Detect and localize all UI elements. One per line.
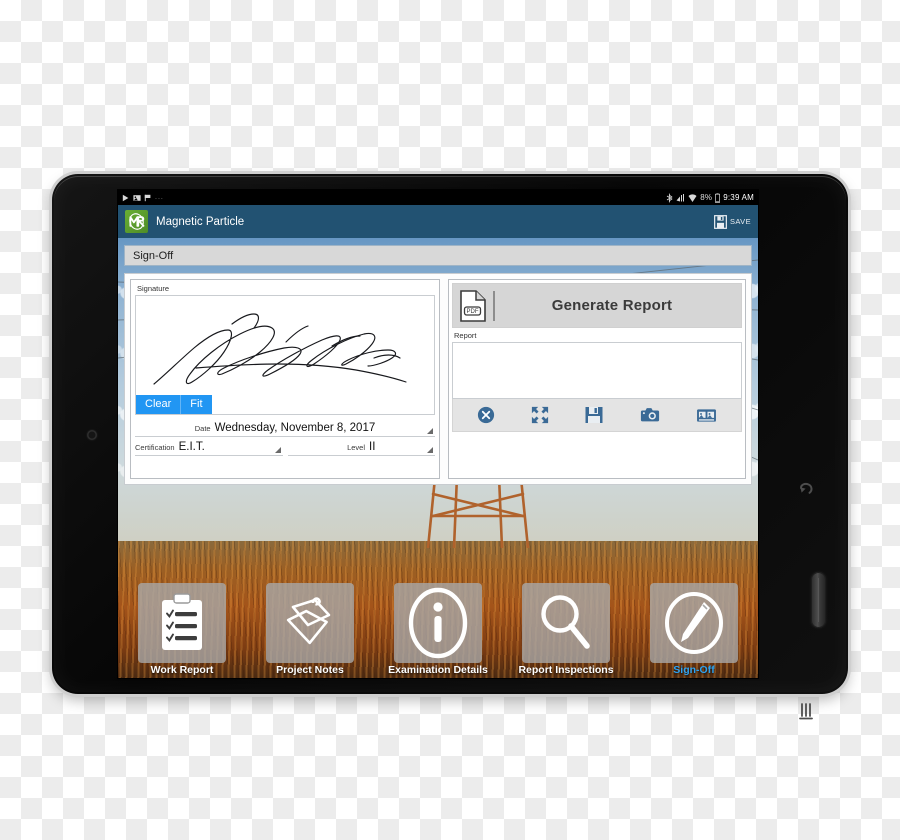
chevron-down-icon xyxy=(274,447,281,453)
certification-level-row: Certification E.I.T. Level II xyxy=(135,437,435,457)
status-overflow-dots: ... xyxy=(155,194,164,201)
home-button[interactable] xyxy=(811,572,826,628)
date-field[interactable]: Date Wednesday, November 8, 2017 xyxy=(135,419,435,437)
bluetooth-icon xyxy=(667,193,673,202)
date-value: Wednesday, November 8, 2017 xyxy=(214,422,376,434)
save-button-label: SAVE xyxy=(729,217,751,226)
status-system-icons: 8% 9:39 AM xyxy=(666,192,754,203)
level-label: Level xyxy=(347,442,366,452)
nav-item-work-report[interactable]: Work Report xyxy=(126,583,238,676)
date-label: Date xyxy=(194,423,211,433)
pdf-file-icon: PDF xyxy=(453,289,493,322)
nav-label-examination-details: Examination Details xyxy=(388,664,488,676)
sticky-notes-icon xyxy=(266,583,354,663)
flag-notification-icon xyxy=(144,194,151,201)
signature-label: Signature xyxy=(137,284,170,293)
section-title-bar: Sign-Off xyxy=(124,245,752,266)
nav-label-work-report: Work Report xyxy=(150,664,214,676)
signoff-content-card: Signature Clear Fit Date Wednesday, Nove… xyxy=(124,273,752,485)
report-label: Report xyxy=(454,331,477,340)
app-bar: Magnetic Particle SAVE xyxy=(118,205,758,238)
pen-circle-icon xyxy=(650,583,738,663)
close-circle-icon[interactable] xyxy=(477,406,495,424)
generate-report-button[interactable]: PDF Generate Report xyxy=(452,283,742,328)
level-field[interactable]: Level II xyxy=(287,441,435,456)
front-camera-lens xyxy=(87,430,97,440)
signature-pad[interactable]: Clear Fit xyxy=(135,295,435,415)
status-clock: 9:39 AM xyxy=(723,193,754,202)
save-button[interactable]: SAVE xyxy=(713,214,751,229)
chevron-down-icon xyxy=(427,447,433,453)
report-toolbar xyxy=(452,399,742,432)
nav-label-project-notes: Project Notes xyxy=(276,664,344,676)
clear-button[interactable]: Clear xyxy=(136,395,181,414)
signature-actions: Clear Fit xyxy=(136,395,212,414)
certification-label: Certification xyxy=(135,442,175,452)
image-notification-icon xyxy=(133,194,141,201)
nav-item-examination-details[interactable]: Examination Details xyxy=(382,583,494,676)
report-preview-area[interactable] xyxy=(452,342,742,399)
page-title: Sign-Off xyxy=(133,249,174,262)
signature-panel: Signature Clear Fit Date Wednesday, Nove… xyxy=(130,279,440,479)
expand-fullscreen-icon[interactable] xyxy=(531,406,549,424)
nav-item-project-notes[interactable]: Project Notes xyxy=(254,583,366,676)
camera-icon[interactable] xyxy=(640,406,660,424)
floppy-save-icon[interactable] xyxy=(584,405,604,425)
battery-percent-label: 8% xyxy=(700,193,713,202)
nav-item-report-inspections[interactable]: Report Inspections xyxy=(510,583,622,676)
tablet-device-frame: ... 8% 9:39 AM Magnetic Particle SAVE Si… xyxy=(52,174,848,720)
bottom-navigation: Work Report Project Notes Examination De… xyxy=(118,568,758,678)
back-arrow-icon[interactable] xyxy=(794,479,820,505)
wifi-icon xyxy=(688,193,697,202)
status-notifications: ... xyxy=(122,194,164,202)
svg-text:PDF: PDF xyxy=(467,309,479,315)
app-title: Magnetic Particle xyxy=(156,215,245,228)
report-panel: PDF Generate Report Report xyxy=(448,279,746,479)
nav-label-sign-off: Sign-Off xyxy=(673,664,715,676)
tablet-screen: ... 8% 9:39 AM Magnetic Particle SAVE Si… xyxy=(118,190,758,678)
app-logo xyxy=(125,210,148,233)
info-circle-icon xyxy=(394,583,482,663)
android-status-bar: ... 8% 9:39 AM xyxy=(118,190,758,205)
battery-icon xyxy=(715,192,721,203)
clipboard-checklist-icon xyxy=(138,583,226,663)
divider xyxy=(493,290,495,321)
magnifier-icon xyxy=(522,583,610,663)
nav-label-report-inspections: Report Inspections xyxy=(518,664,614,676)
level-value: II xyxy=(369,441,376,453)
signal-icon xyxy=(676,193,685,201)
nav-item-sign-off[interactable]: Sign-Off xyxy=(638,583,750,676)
floppy-disk-icon xyxy=(713,214,727,229)
gallery-icon[interactable] xyxy=(696,407,717,424)
recent-apps-icon[interactable] xyxy=(794,698,820,724)
certification-value: E.I.T. xyxy=(178,441,205,453)
certification-field[interactable]: Certification E.I.T. xyxy=(135,441,283,456)
play-notification-icon xyxy=(122,194,129,201)
generate-report-label: Generate Report xyxy=(551,297,673,314)
chevron-down-icon xyxy=(427,428,433,434)
fit-button[interactable]: Fit xyxy=(180,395,212,414)
